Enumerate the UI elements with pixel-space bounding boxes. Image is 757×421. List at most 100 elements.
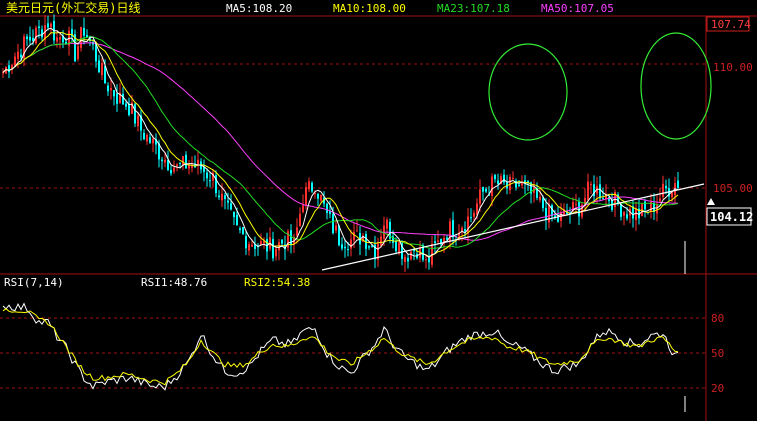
candle-body — [602, 198, 604, 200]
candle-body — [557, 217, 559, 222]
candle-body — [116, 93, 118, 104]
candle-body — [485, 188, 487, 192]
candle-body — [311, 182, 313, 192]
candle-body — [503, 174, 505, 183]
candle-body — [242, 227, 244, 235]
candle-body — [410, 251, 412, 260]
rsi-title: RSI(7,14) — [4, 276, 64, 289]
candle-body — [275, 248, 277, 257]
candle-body — [56, 37, 58, 42]
candle-body — [2, 72, 4, 74]
candle-body — [386, 219, 388, 229]
candle-body — [575, 203, 577, 205]
candle-body — [41, 29, 43, 38]
candle-body — [452, 220, 454, 238]
candle-body — [656, 204, 658, 214]
candle-body — [110, 88, 112, 91]
candle-body — [239, 228, 241, 231]
candle-body — [590, 184, 592, 186]
candle-body — [398, 242, 400, 254]
candle-body — [128, 104, 130, 115]
candle-body — [143, 132, 145, 140]
candle-body — [428, 257, 430, 263]
candle-body — [227, 200, 229, 203]
rsi1-readout: RSI1:48.76 — [141, 276, 207, 289]
candle-body — [149, 137, 151, 143]
candle-body — [299, 213, 301, 227]
candle-body — [38, 26, 40, 29]
candle-body — [161, 159, 163, 162]
candle-body — [101, 62, 103, 76]
candle-body — [368, 246, 370, 248]
candle-body — [59, 37, 61, 40]
candle-body — [281, 239, 283, 244]
candle-body — [635, 208, 637, 221]
candle-body — [380, 236, 382, 246]
candle-body — [494, 174, 496, 180]
candle-body — [167, 160, 169, 170]
candle-body — [35, 27, 37, 44]
candle-body — [308, 181, 310, 190]
candle-body — [449, 221, 451, 243]
candle-body — [467, 216, 469, 234]
candle-body — [17, 51, 19, 59]
candle-body — [644, 201, 646, 210]
rsi2-readout: RSI2:54.38 — [244, 276, 310, 289]
candle-body — [8, 65, 10, 73]
chart-title: 美元日元(外汇交易)日线 — [6, 0, 140, 15]
candle-body — [164, 159, 166, 163]
candle-body — [395, 241, 397, 252]
candle-body — [302, 205, 304, 213]
candle-body — [230, 203, 232, 210]
rsi-tick-80: 80 — [711, 312, 724, 325]
candle-body — [347, 249, 349, 251]
candle-body — [677, 180, 679, 189]
candle-body — [542, 197, 544, 209]
candle-body — [332, 213, 334, 234]
candle-body — [236, 214, 238, 226]
candle-body — [134, 104, 136, 124]
candle-body — [407, 257, 409, 262]
candle-body — [671, 192, 673, 198]
candle-body — [152, 138, 154, 144]
ma50-readout: MA50:107.05 — [541, 2, 614, 15]
candle-body — [404, 256, 406, 262]
candle-body — [209, 180, 211, 182]
candle-body — [479, 189, 481, 204]
candle-body — [98, 60, 100, 73]
candle-body — [146, 134, 148, 142]
candle-body — [173, 167, 175, 172]
candle-body — [521, 183, 523, 186]
tick-110: 110.00 — [713, 61, 753, 74]
candle-body — [107, 85, 109, 92]
candle-body — [272, 239, 274, 259]
candle-body — [83, 28, 85, 36]
candle-body — [473, 213, 475, 217]
candle-body — [47, 23, 49, 28]
candle-body — [197, 159, 199, 165]
candle-body — [626, 214, 628, 219]
candle-body — [125, 103, 127, 107]
candle-body — [50, 23, 52, 28]
candle-body — [659, 198, 661, 202]
candle-body — [470, 217, 472, 219]
candle-body — [437, 240, 439, 242]
candle-body — [122, 93, 124, 105]
ma5-readout: MA5:108.20 — [226, 2, 292, 15]
candle-body — [350, 239, 352, 249]
candle-body — [665, 185, 667, 189]
candle-body — [662, 183, 664, 197]
ma10-readout: MA10:108.00 — [333, 2, 406, 15]
candle-body — [356, 230, 358, 232]
candle-body — [491, 176, 493, 196]
candle-body — [353, 232, 355, 241]
candle-body — [65, 41, 67, 44]
candle-body — [434, 241, 436, 243]
candle-body — [248, 244, 250, 251]
candle-body — [482, 186, 484, 192]
stock-chart[interactable]: 美元日元(外汇交易)日线 MA5:108.20 MA10:108.00 MA23… — [0, 0, 757, 421]
candle-body — [296, 227, 298, 236]
candle-body — [539, 196, 541, 201]
candle-body — [137, 115, 139, 127]
candle-body — [326, 203, 328, 213]
